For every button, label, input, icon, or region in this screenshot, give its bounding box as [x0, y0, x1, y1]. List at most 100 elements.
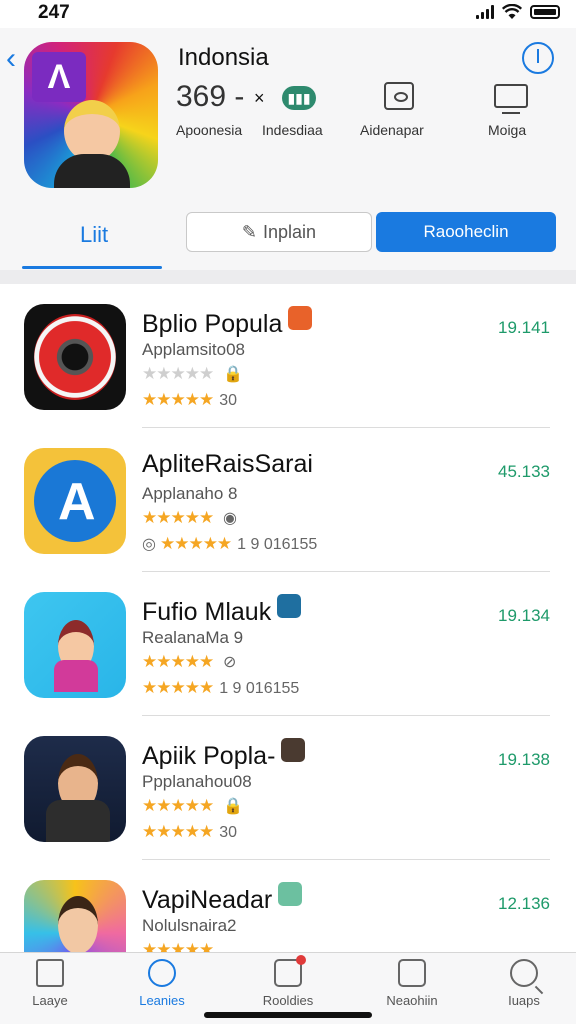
status-bar: 247: [0, 0, 576, 28]
app-subtitle: Applanaho 8: [142, 484, 238, 503]
app-price[interactable]: 19.134: [498, 606, 550, 626]
category-tag-icon: [288, 306, 313, 330]
rating-stars-text: ★★★★★: [142, 796, 214, 815]
info-circle-icon: ◉: [222, 510, 237, 527]
rating-stars-text: ★★★★★: [142, 508, 214, 527]
home-indicator[interactable]: [204, 1012, 372, 1018]
rating-stars: ★★★★★ ◉: [142, 508, 237, 528]
stat-value: 369 -: [176, 80, 245, 113]
tab-updates[interactable]: Rooldies: [238, 955, 338, 1015]
camera-tag-icon: [281, 738, 306, 762]
recommend-button-label: Raooheclin: [423, 222, 509, 241]
app-subtitle: Applamsito08: [142, 340, 246, 359]
tab-label: Neaohiin: [386, 993, 438, 1008]
rating-stars-secondary: ★★★★★ 1 9 016155: [142, 678, 299, 698]
signal-icon: [476, 5, 494, 19]
stat-label-3: Aidenapar: [360, 122, 424, 138]
rating-stars: ★★★★★ 🔒: [142, 796, 243, 816]
app-name: VapiNeadar: [142, 882, 303, 915]
house-icon: [36, 959, 64, 987]
monitor-icon[interactable]: [494, 84, 528, 114]
tab-underline: [22, 266, 162, 269]
rating-count: 30: [219, 392, 237, 409]
list-item[interactable]: ApliteRaisSarai Applanaho 8 ★★★★★ ◉ ◎★★★…: [0, 428, 576, 572]
city-app-icon[interactable]: [24, 736, 126, 842]
rating-stars-secondary-text: ★★★★★: [142, 822, 214, 841]
wifi-icon: [502, 4, 522, 19]
pencil-icon: ✎: [241, 221, 258, 242]
badge-icon: ◎: [142, 536, 156, 553]
tab-label: Leanies: [139, 993, 185, 1008]
tab-arcade[interactable]: Neaohiin: [362, 959, 462, 1015]
explain-button-label: Inplain: [263, 221, 317, 242]
rating-stars-secondary: ◎ ★★★★★ 1 9 016155: [142, 534, 317, 554]
app-name: Fufio Mlauk: [142, 594, 302, 627]
list-item[interactable]: Apiik Popla- Ppplanahou08 ★★★★★ 🔒 ★★★★★ 3…: [0, 716, 576, 860]
app-header: ‹ Λ Indonsia 369 - × ▮▮▮ Apoonesia Indes…: [0, 28, 576, 270]
rating-stars-secondary-text: ★★★★★: [142, 678, 214, 697]
close-icon[interactable]: ×: [254, 88, 265, 109]
rating-stars-secondary: ★★★★★ 30: [142, 390, 237, 410]
page-title: Indonsia: [178, 44, 269, 71]
stat-label-1: Apoonesia: [176, 122, 243, 138]
tab-search-active[interactable]: Leanies: [112, 959, 212, 1015]
stat-label-4: Moiga: [488, 122, 527, 138]
app-name-text: Fufio Mlauk: [142, 598, 272, 626]
list-item[interactable]: Bplio Popula Applamsito08 ★★★★★ 🔒 ★★★★★ 3…: [0, 284, 576, 428]
section-divider: [0, 270, 576, 284]
lock-icon: 🔒: [222, 798, 243, 815]
tab-search[interactable]: Iuaps: [474, 959, 574, 1015]
avatar-body: [54, 154, 130, 188]
info-icon[interactable]: [522, 42, 554, 74]
app-subtitle: RealanaMa 9: [142, 628, 244, 647]
rating-count: 1 9 016155: [219, 680, 300, 697]
explain-button[interactable]: ✎ Inplain: [186, 212, 372, 252]
badge-icon: [398, 959, 426, 987]
witch-game-icon[interactable]: [24, 592, 126, 698]
slash-circle-icon: ⊘: [222, 654, 237, 671]
app-name: Apiik Popla-: [142, 738, 306, 771]
app-name-text: Bplio Popula: [142, 310, 283, 338]
app-price[interactable]: 12.136: [498, 894, 550, 914]
camera-icon[interactable]: [384, 82, 414, 110]
lock-icon: 🔒: [222, 366, 243, 383]
tab-label: Laaye: [32, 993, 68, 1008]
rating-stars: ★★★★★ ⊘: [142, 652, 236, 672]
category-tag-icon: [278, 882, 303, 906]
app-subtitle: Ppplanahou08: [142, 772, 252, 791]
rating-stars-secondary-text: ★★★★★: [159, 534, 232, 553]
app-price[interactable]: 45.133: [498, 462, 550, 482]
rating-stars-text: ★★★★★: [142, 364, 214, 383]
back-chevron-icon[interactable]: ‹: [6, 42, 16, 76]
rating-stars-secondary: ★★★★★ 30: [142, 822, 237, 842]
tab-label: Iuaps: [508, 993, 540, 1008]
avatar-face: [64, 100, 120, 162]
app-name-text: Apiik Popla-: [142, 742, 276, 770]
document-icon: [274, 955, 306, 987]
rating-count: 30: [219, 824, 237, 841]
category-tag-icon: [277, 594, 302, 618]
status-icons: [476, 4, 560, 20]
status-time: 247: [38, 2, 70, 23]
rating-count: 1 9 016155: [237, 536, 318, 553]
app-name-text: VapiNeadar: [142, 886, 273, 914]
featured-app-icon[interactable]: Λ: [24, 42, 158, 188]
tab-list[interactable]: Liit: [80, 222, 108, 248]
rating-stars: ★★★★★ 🔒: [142, 364, 243, 384]
rating-stars-text: ★★★★★: [142, 652, 214, 671]
tab-label: Rooldies: [262, 993, 314, 1008]
app-store-icon[interactable]: [24, 448, 126, 554]
camera-app-icon[interactable]: [24, 304, 126, 410]
app-price[interactable]: 19.141: [498, 318, 550, 338]
app-logo-icon: Λ: [32, 52, 86, 102]
search-icon: [510, 959, 538, 987]
battery-icon: [530, 5, 560, 19]
chart-pill-icon[interactable]: ▮▮▮: [282, 86, 316, 110]
list-item[interactable]: Fufio Mlauk RealanaMa 9 ★★★★★ ⊘ ★★★★★ 1 9…: [0, 572, 576, 716]
rating-stars-secondary-text: ★★★★★: [142, 390, 214, 409]
app-name: Bplio Popula: [142, 306, 313, 339]
app-name: ApliteRaisSarai: [142, 450, 313, 478]
recommend-button[interactable]: Raooheclin: [376, 212, 556, 252]
app-price[interactable]: 19.138: [498, 750, 550, 770]
tab-today[interactable]: Laaye: [0, 959, 100, 1015]
